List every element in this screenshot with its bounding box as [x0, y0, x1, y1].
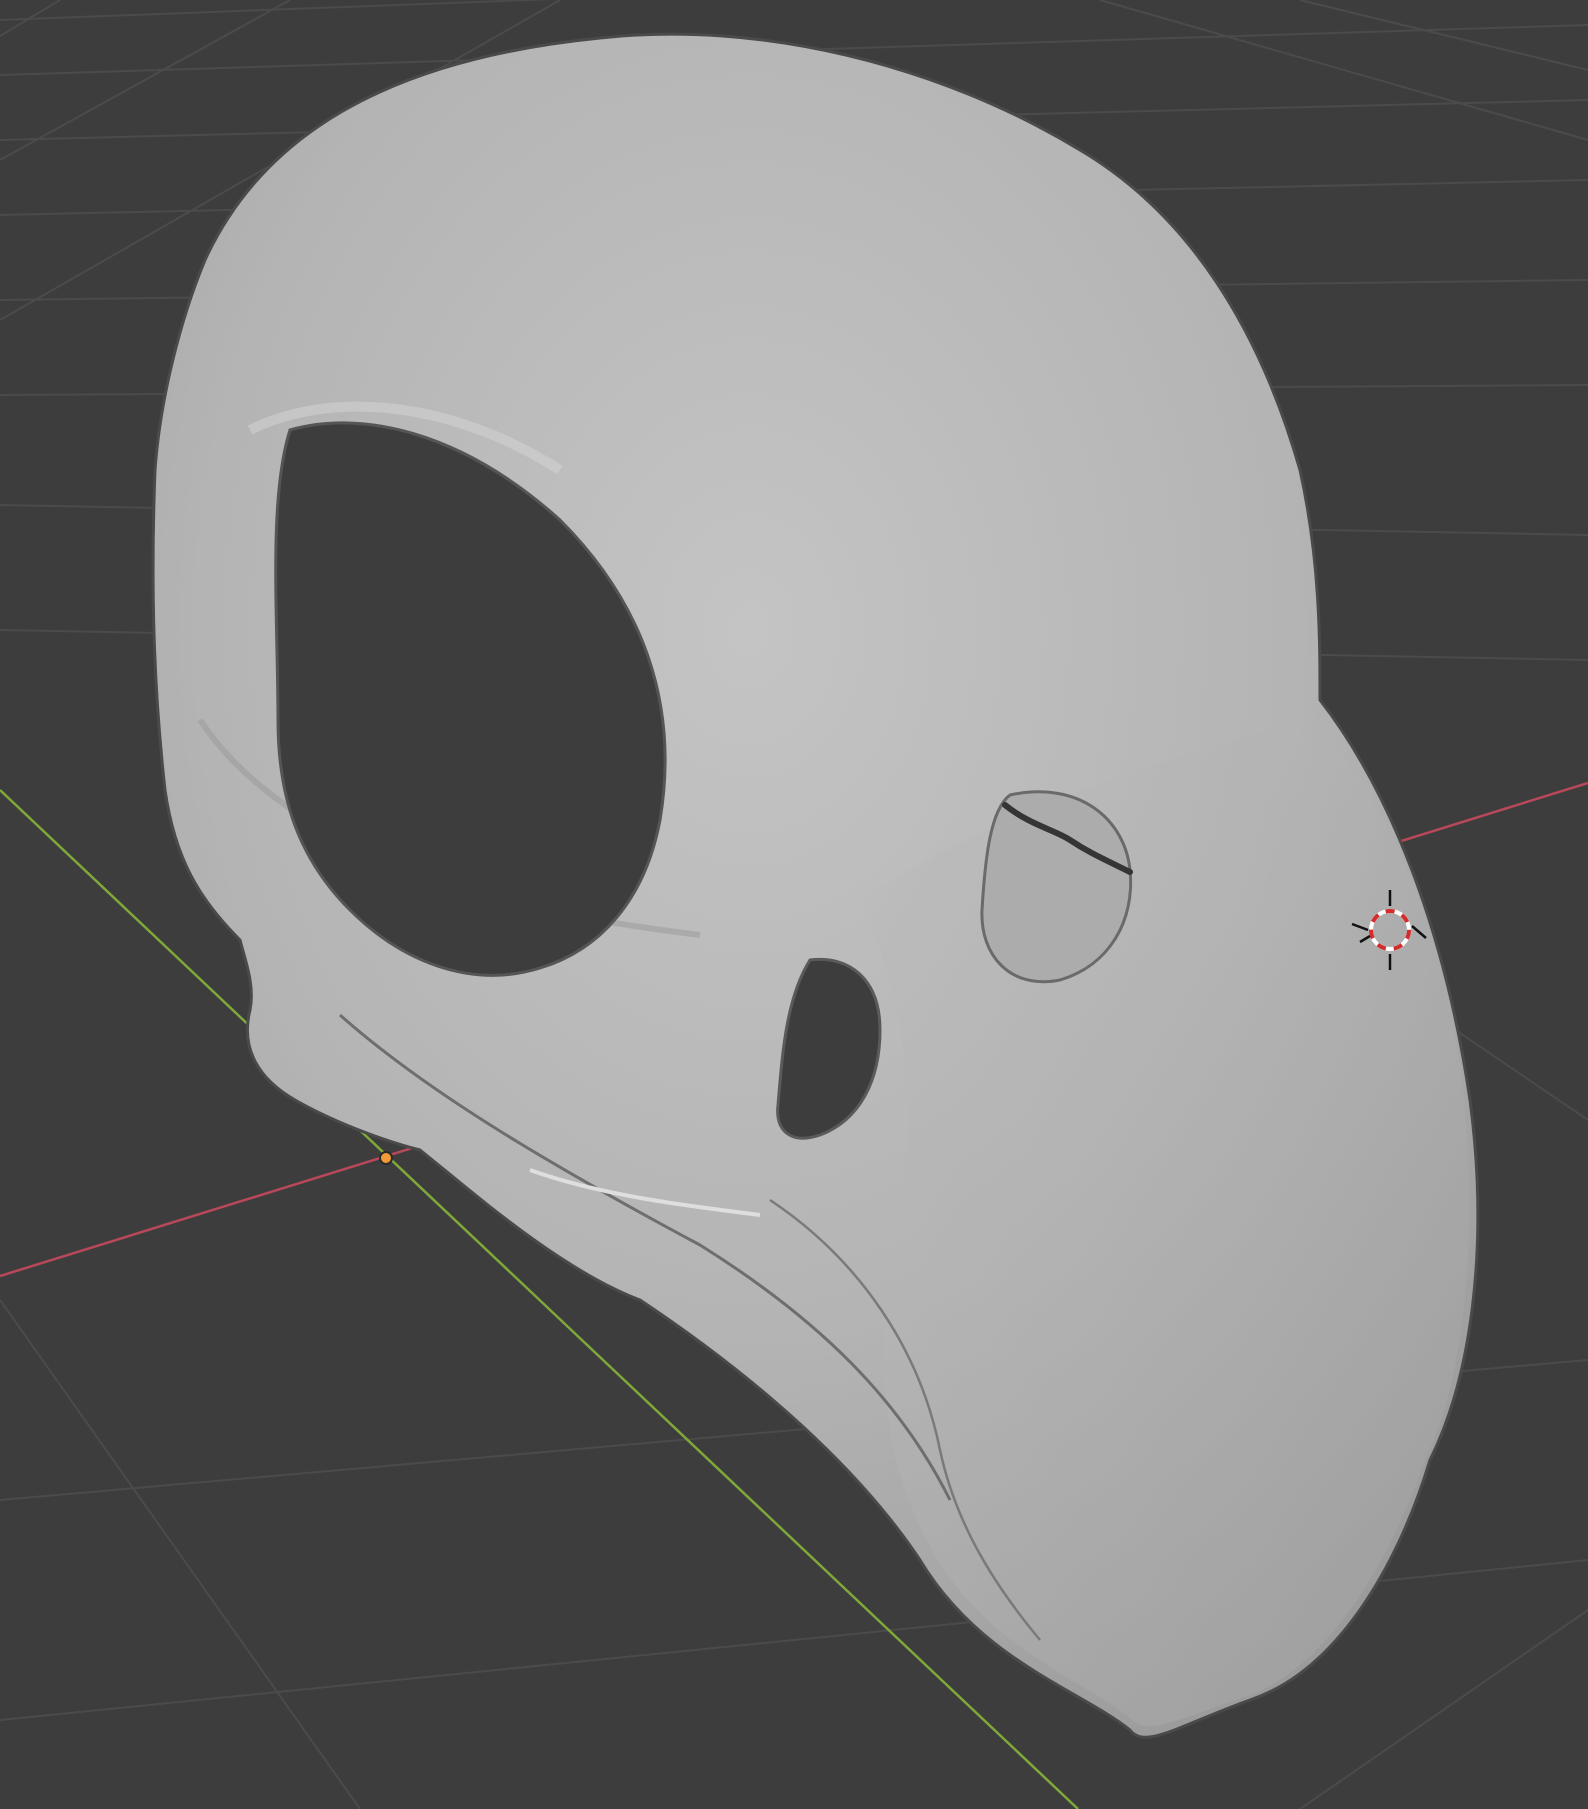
skull-mesh[interactable]: [151, 32, 1480, 1739]
3d-viewport[interactable]: [0, 0, 1588, 1809]
object-origin-dot[interactable]: [379, 1151, 393, 1165]
viewport-canvas[interactable]: [0, 0, 1588, 1809]
